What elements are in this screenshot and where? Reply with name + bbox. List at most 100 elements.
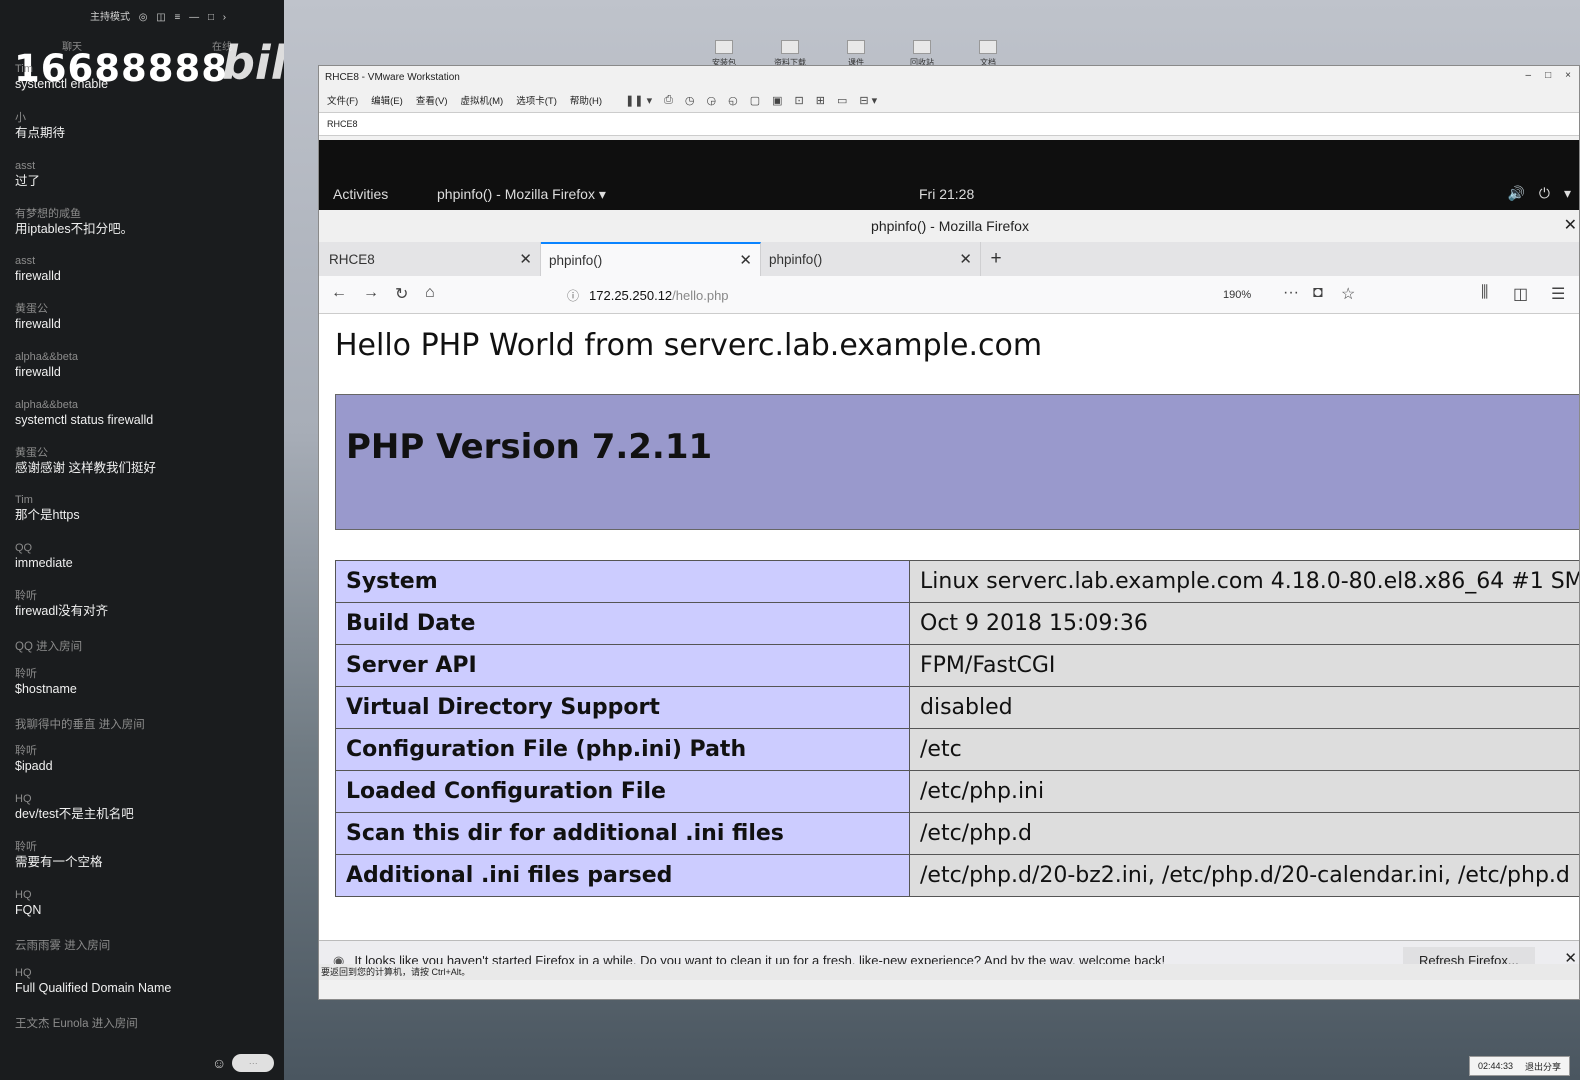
chat-system-message: QQ 进入房间 <box>15 641 83 653</box>
page-actions-icon[interactable]: ··· <box>1283 284 1299 302</box>
snapshot-manager-icon[interactable]: ◵ <box>728 94 738 107</box>
chat-user: asst <box>15 160 36 172</box>
zoom-indicator[interactable]: 190% <box>1223 289 1251 301</box>
chat-user: 黄蛋公 <box>15 447 48 459</box>
desktop-shortcut[interactable]: 安装包 <box>700 40 748 68</box>
reload-icon[interactable]: ↻ <box>395 284 408 304</box>
app-menu[interactable]: phpinfo() - Mozilla Firefox ▾ <box>437 186 606 203</box>
tab-phpinfo-active[interactable]: phpinfo() ✕ <box>541 242 761 276</box>
vmware-title: RHCE8 - VMware Workstation <box>325 71 460 83</box>
chat-system-message: 云雨雨雾 进入房间 <box>15 940 111 952</box>
smile-icon[interactable]: ☺ <box>212 1055 226 1071</box>
chat-text: immediate <box>15 556 73 570</box>
minimize-button[interactable]: – <box>1526 70 1532 81</box>
hamburger-menu-icon[interactable]: ☰ <box>1551 284 1565 304</box>
menu-vm[interactable]: 虚拟机(M) <box>460 93 503 107</box>
thumbnail-icon[interactable]: ▣ <box>772 94 782 107</box>
pause-icon[interactable]: ❚❚ ▾ <box>625 94 652 107</box>
chat-message: 有梦想的咸鱼 用iptables不扣分吧。 <box>15 207 270 237</box>
table-row: Virtual Directory Support disabled <box>335 686 1579 729</box>
vmware-window: RHCE8 - VMware Workstation – □ × 文件(F) 编… <box>318 65 1580 1000</box>
chat-user: 黄蛋公 <box>15 303 48 315</box>
folder-icon <box>979 40 997 54</box>
close-button[interactable]: × <box>1565 70 1571 81</box>
share-icon[interactable]: ◫ <box>156 12 165 23</box>
desktop-shortcut[interactable]: 课件 <box>832 40 880 68</box>
maximize-button[interactable]: □ <box>1545 70 1551 81</box>
back-icon[interactable]: ← <box>331 284 347 302</box>
stretch-icon[interactable]: ⊟ ▾ <box>859 94 877 107</box>
menu-file[interactable]: 文件(F) <box>327 93 358 107</box>
vm-tab-rhce8[interactable]: RHCE8 <box>327 119 358 129</box>
menu-tabs[interactable]: 选项卡(T) <box>516 93 557 107</box>
live-chat-panel: 主持模式 ◎ ◫ ≡ — □ › 聊天 在线 16688888 bilibili… <box>0 0 382 1080</box>
desktop-shortcut[interactable]: 回收站 <box>898 40 946 68</box>
revert-snapshot-icon[interactable]: ◶ <box>707 94 717 107</box>
menu-view[interactable]: 查看(V) <box>416 93 448 107</box>
chat-text: systemctl enable <box>15 77 109 91</box>
share-timer: 02:44:33 <box>1477 1061 1513 1071</box>
snapshot-icon[interactable]: ◷ <box>685 94 695 107</box>
minimize-icon[interactable]: — <box>189 12 199 23</box>
close-icon[interactable]: ✕ <box>1564 210 1577 242</box>
new-tab-button[interactable]: + <box>981 242 1011 276</box>
menu-edit[interactable]: 编辑(E) <box>371 93 403 107</box>
home-icon[interactable]: ⌂ <box>425 284 435 302</box>
url-bar[interactable]: ⓘ 172.25.250.12/hello.php 190% <box>567 281 1267 309</box>
window-controls: – □ × <box>1526 70 1571 81</box>
url-path: /hello.php <box>672 287 729 303</box>
library-icon[interactable]: ▢ <box>750 94 760 107</box>
close-tab-icon[interactable]: ✕ <box>519 250 532 268</box>
table-row: Configuration File (php.ini) Path/etc <box>335 728 1579 771</box>
host-mode-label[interactable]: 主持模式 <box>90 12 130 23</box>
fullscreen-icon[interactable]: ⊡ <box>795 94 804 107</box>
desktop-shortcut[interactable]: 文档 <box>964 40 1012 68</box>
chat-user: 聆听 <box>15 668 37 680</box>
forward-icon[interactable]: → <box>363 284 379 302</box>
maximize-icon[interactable]: □ <box>208 12 214 23</box>
clock[interactable]: Fri 21:28 <box>919 186 974 202</box>
chat-message: 聆听 firewadl没有对齐 <box>15 589 270 619</box>
info-icon[interactable]: ⓘ <box>567 287 579 304</box>
chat-user: asst <box>15 255 36 267</box>
chat-user: 聆听 <box>15 745 37 757</box>
send-keys-icon[interactable]: ⎙ <box>664 94 673 107</box>
activities-button[interactable]: Activities <box>333 186 388 202</box>
row-value: Oct 9 2018 15:09:36 <box>909 602 1579 645</box>
pocket-icon[interactable]: ◘ <box>1313 284 1323 302</box>
chat-user: HQ <box>15 967 32 979</box>
bookmark-star-icon[interactable]: ☆ <box>1341 284 1355 304</box>
console-icon[interactable]: ▭ <box>837 94 847 107</box>
chat-text: 需要有一个空格 <box>15 855 103 869</box>
desktop-shortcut[interactable]: 资料下载 <box>766 40 814 68</box>
hello-heading: Hello PHP World from serverc.lab.example… <box>335 328 1043 363</box>
share-taskbar: 02:44:33 退出分享 <box>1468 1056 1570 1076</box>
send-button[interactable]: ··· <box>232 1054 275 1072</box>
close-tab-icon[interactable]: ✕ <box>739 251 752 269</box>
sidebar-icon[interactable]: ◫ <box>1513 284 1528 304</box>
row-value: /etc/php.d <box>909 812 1579 855</box>
table-row: Scan this dir for additional .ini files /… <box>335 812 1579 855</box>
chat-input-bar: ☺ ··· <box>212 1054 275 1072</box>
row-value: Linux serverc.lab.example.com 4.18.0-80.… <box>909 560 1579 603</box>
close-tab-icon[interactable]: ✕ <box>959 250 972 268</box>
phpinfo-table: System Linux serverc.lab.example.com 4.18… <box>335 560 1579 897</box>
record-icon[interactable]: ◎ <box>139 12 148 23</box>
unity-icon[interactable]: ⊞ <box>816 94 825 107</box>
library-icon[interactable]: ⫼ <box>1481 284 1488 302</box>
power-icon[interactable]: ⏻ <box>1539 185 1550 202</box>
menu-icon[interactable]: ≡ <box>175 12 181 23</box>
tab-rhce8[interactable]: RHCE8 ✕ <box>321 242 541 276</box>
chat-text: 用iptables不扣分吧。 <box>15 222 134 236</box>
chat-text: $ipadd <box>15 759 53 773</box>
collapse-icon[interactable]: › <box>223 12 226 23</box>
chat-user: Tim <box>15 494 33 506</box>
chevron-down-icon[interactable]: ▾ <box>1564 185 1571 202</box>
chat-message: HQ FQN <box>15 888 270 918</box>
volume-icon[interactable]: 🔊 <box>1507 185 1524 202</box>
menu-help[interactable]: 帮助(H) <box>570 93 602 107</box>
exit-share-button[interactable]: 退出分享 <box>1525 1060 1561 1073</box>
chat-text: firewalld <box>15 269 61 283</box>
chat-message: HQ dev/test不是主机名吧 <box>15 792 270 822</box>
tab-phpinfo[interactable]: phpinfo() ✕ <box>761 242 981 276</box>
